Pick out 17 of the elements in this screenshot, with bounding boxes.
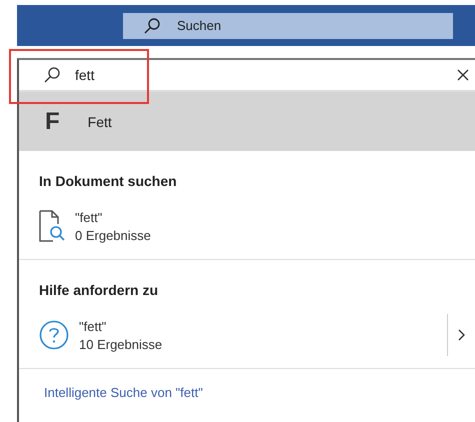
result-title: "fett" (79, 318, 108, 334)
result-item[interactable]: "fett" 10 Ergebnisse (19, 312, 447, 358)
help-icon (39, 320, 69, 350)
result-title: "fett" (75, 210, 104, 224)
result-item[interactable]: "fett" 0 Ergebnisse (19, 203, 475, 249)
letter-icon: F (45, 108, 60, 136)
close-icon[interactable] (457, 69, 469, 81)
result-count: 10 Ergebnisse (79, 336, 162, 352)
document-search-icon (39, 210, 65, 242)
smart-search-link[interactable]: Intelligente Suche von "fett" (19, 385, 475, 400)
search-icon (43, 66, 61, 84)
section-heading: In Dokument suchen (38, 173, 178, 189)
suggestion-item[interactable]: F Fett (19, 92, 475, 151)
result-count: 0 Ergebnisse (75, 228, 151, 242)
chevron-icon (458, 329, 465, 341)
ribbon-search-field[interactable]: Suchen (123, 12, 453, 38)
section-heading: Hilfe anfordern zu (38, 282, 160, 298)
